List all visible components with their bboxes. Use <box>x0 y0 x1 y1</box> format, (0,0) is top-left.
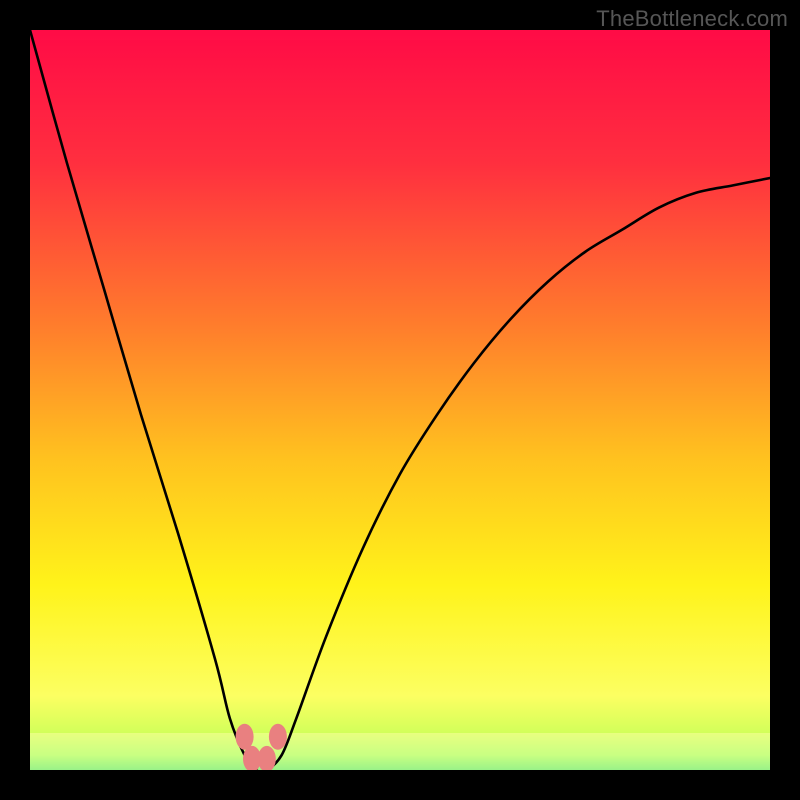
marker-d <box>269 724 287 750</box>
watermark-label: TheBottleneck.com <box>596 6 788 32</box>
good-zone-band <box>30 733 770 770</box>
gradient-background <box>30 30 770 770</box>
marker-a <box>236 724 254 750</box>
bottleneck-chart <box>30 30 770 770</box>
chart-frame <box>30 30 770 770</box>
